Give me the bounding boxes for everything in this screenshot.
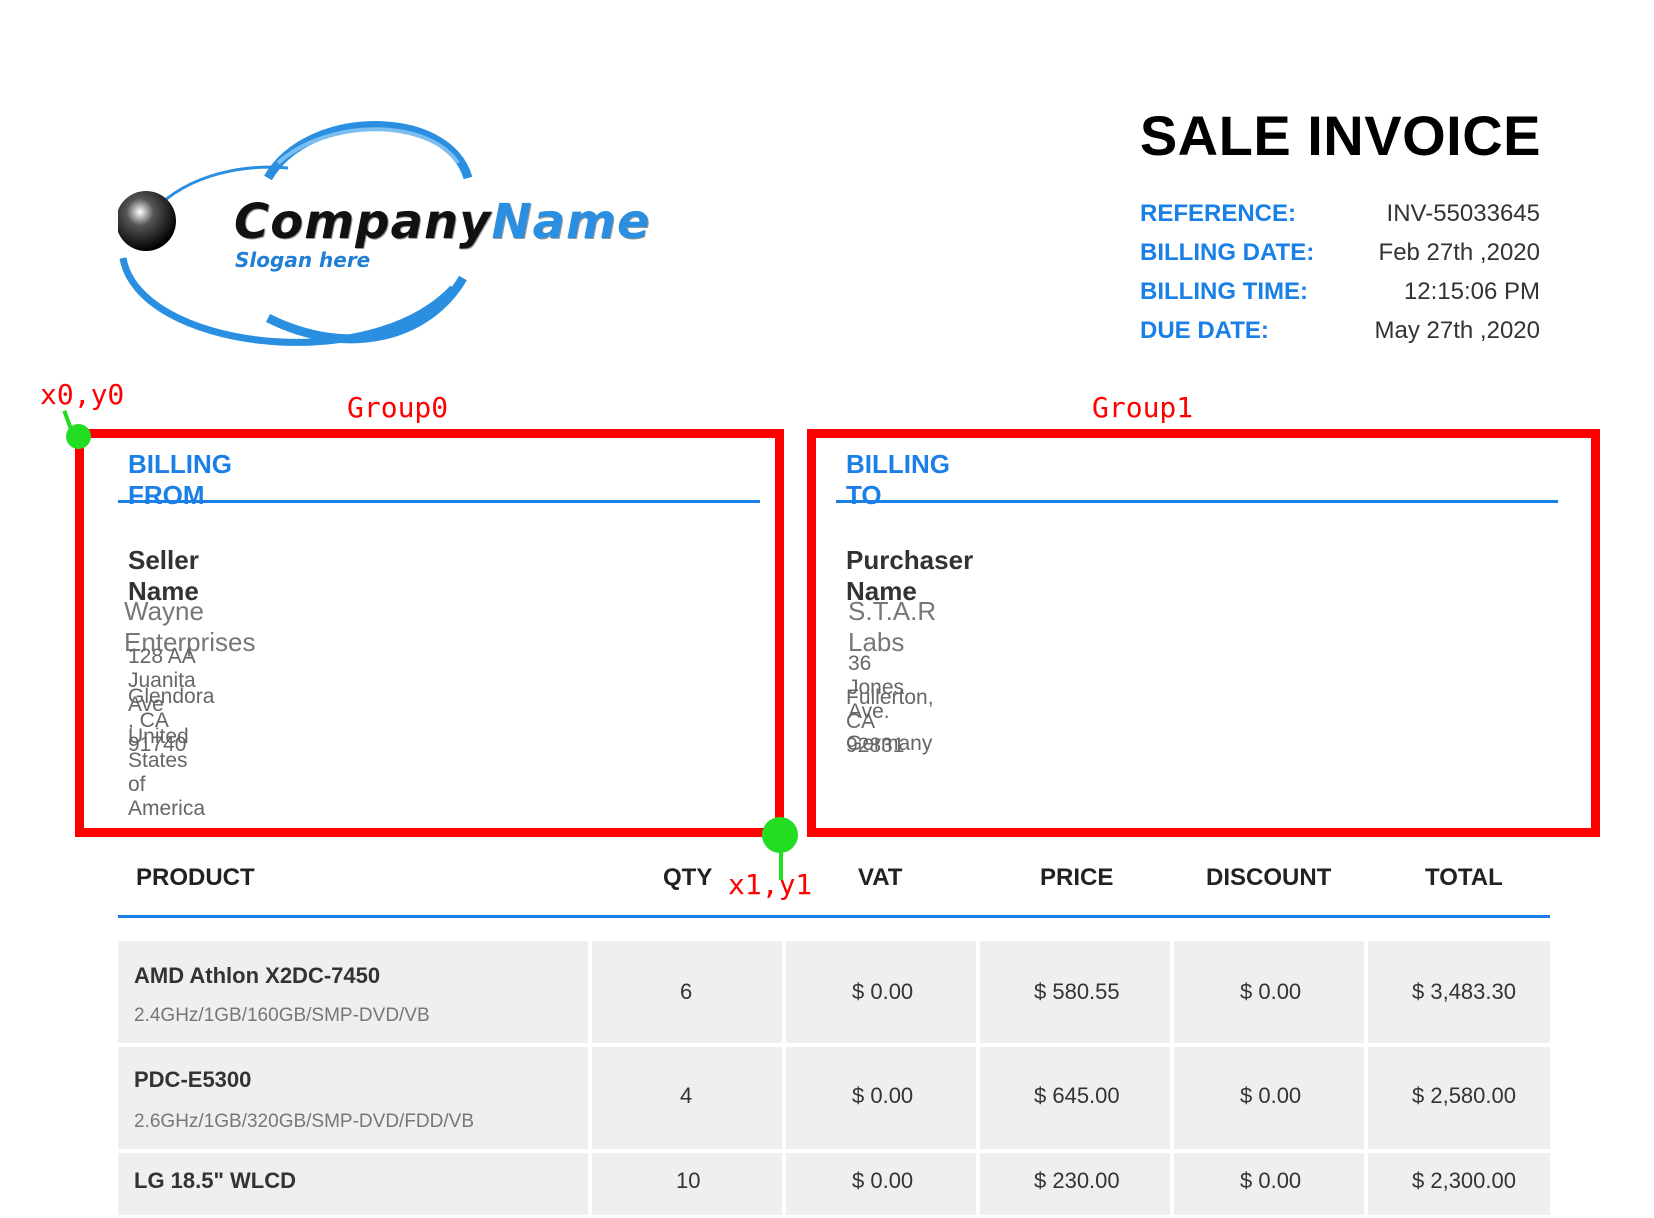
meta-row-billing-time: BILLING TIME: 12:15:06 PM <box>1140 278 1540 317</box>
product-spec: 2.4GHz/1GB/160GB/SMP-DVD/VB <box>134 1005 430 1026</box>
logo-company-name: CompanyName <box>234 194 651 250</box>
cell-product: PDC-E5300 2.6GHz/1GB/320GB/SMP-DVD/FDD/V… <box>118 1047 588 1149</box>
cell-discount: $ 0.00 <box>1174 1153 1364 1215</box>
cell-qty: 6 <box>592 941 782 1043</box>
product-name: AMD Athlon X2DC-7450 <box>134 963 381 988</box>
total-value: $ 3,483.30 <box>1412 979 1516 1004</box>
group1-label: Group1 <box>1092 391 1194 424</box>
column-header-qty: QTY <box>663 864 713 891</box>
price-value: $ 645.00 <box>1034 1083 1120 1108</box>
meta-label: DUE DATE: <box>1140 317 1269 344</box>
table-row: PDC-E5300 2.6GHz/1GB/320GB/SMP-DVD/FDD/V… <box>118 1047 1550 1149</box>
cell-vat: $ 0.00 <box>786 1047 976 1149</box>
column-header-price: PRICE <box>1040 864 1114 891</box>
table-row: AMD Athlon X2DC-7450 2.4GHz/1GB/160GB/SM… <box>118 941 1550 1043</box>
qty-value: 6 <box>680 979 693 1004</box>
cell-discount: $ 0.00 <box>1174 1047 1364 1149</box>
cell-price: $ 230.00 <box>980 1153 1170 1215</box>
product-name: PDC-E5300 <box>134 1067 252 1092</box>
cell-price: $ 580.55 <box>980 941 1170 1043</box>
column-header-vat: VAT <box>858 864 903 891</box>
discount-value: $ 0.00 <box>1240 1168 1302 1193</box>
invoice-title: SALE INVOICE <box>1139 104 1541 167</box>
column-header-total: TOTAL <box>1425 864 1503 891</box>
group0-bounding-box <box>75 429 784 837</box>
meta-value: Feb 27th ,2020 <box>1378 239 1540 266</box>
discount-value: $ 0.00 <box>1240 979 1302 1004</box>
cell-total: $ 2,580.00 <box>1368 1047 1550 1149</box>
company-logo: CompanyName Slogan here <box>116 118 650 358</box>
corner-end-marker <box>762 817 798 853</box>
total-value: $ 2,580.00 <box>1412 1083 1516 1108</box>
price-value: $ 580.55 <box>1034 979 1120 1004</box>
qty-value: 10 <box>676 1168 701 1193</box>
qty-value: 4 <box>680 1083 693 1108</box>
corner-start-label: x0,y0 <box>40 378 125 411</box>
group0-label: Group0 <box>347 391 449 424</box>
total-value: $ 2,300.00 <box>1412 1168 1516 1193</box>
corner-start-marker <box>66 424 91 449</box>
cell-total: $ 2,300.00 <box>1368 1153 1550 1215</box>
cell-total: $ 3,483.30 <box>1368 941 1550 1043</box>
table-header-divider <box>118 915 1550 918</box>
vat-value: $ 0.00 <box>852 1083 914 1108</box>
invoice-meta: REFERENCE: INV-55033645 BILLING DATE: Fe… <box>1140 200 1540 356</box>
cell-qty: 4 <box>592 1047 782 1149</box>
cell-discount: $ 0.00 <box>1174 941 1364 1043</box>
price-value: $ 230.00 <box>1034 1168 1120 1193</box>
meta-value: INV-55033645 <box>1386 200 1540 227</box>
discount-value: $ 0.00 <box>1240 1083 1302 1108</box>
corner-end-label: x1,y1 <box>728 868 813 901</box>
column-header-discount: DISCOUNT <box>1206 864 1332 891</box>
cell-product: AMD Athlon X2DC-7450 2.4GHz/1GB/160GB/SM… <box>118 941 588 1043</box>
meta-row-billing-date: BILLING DATE: Feb 27th ,2020 <box>1140 239 1540 278</box>
meta-label: BILLING TIME: <box>1140 278 1308 305</box>
meta-value: May 27th ,2020 <box>1374 317 1540 344</box>
group1-bounding-box <box>807 429 1600 837</box>
cell-qty: 10 <box>592 1153 782 1215</box>
cell-vat: $ 0.00 <box>786 1153 976 1215</box>
product-name: LG 18.5" WLCD <box>134 1168 297 1193</box>
product-spec: 2.6GHz/1GB/320GB/SMP-DVD/FDD/VB <box>134 1111 474 1132</box>
logo-slogan: Slogan here <box>235 248 371 272</box>
cell-price: $ 645.00 <box>980 1047 1170 1149</box>
meta-label: REFERENCE: <box>1140 200 1297 227</box>
cell-vat: $ 0.00 <box>786 941 976 1043</box>
vat-value: $ 0.00 <box>852 979 914 1004</box>
meta-row-reference: REFERENCE: INV-55033645 <box>1140 200 1540 239</box>
table-row: LG 18.5" WLCD 10 $ 0.00 $ 230.00 $ 0.00 … <box>118 1153 1550 1215</box>
meta-value: 12:15:06 PM <box>1403 278 1540 305</box>
meta-row-due-date: DUE DATE: May 27th ,2020 <box>1140 317 1540 356</box>
vat-value: $ 0.00 <box>852 1168 914 1193</box>
column-header-product: PRODUCT <box>136 864 255 891</box>
meta-label: BILLING DATE: <box>1140 239 1315 266</box>
cell-product: LG 18.5" WLCD <box>118 1153 588 1215</box>
